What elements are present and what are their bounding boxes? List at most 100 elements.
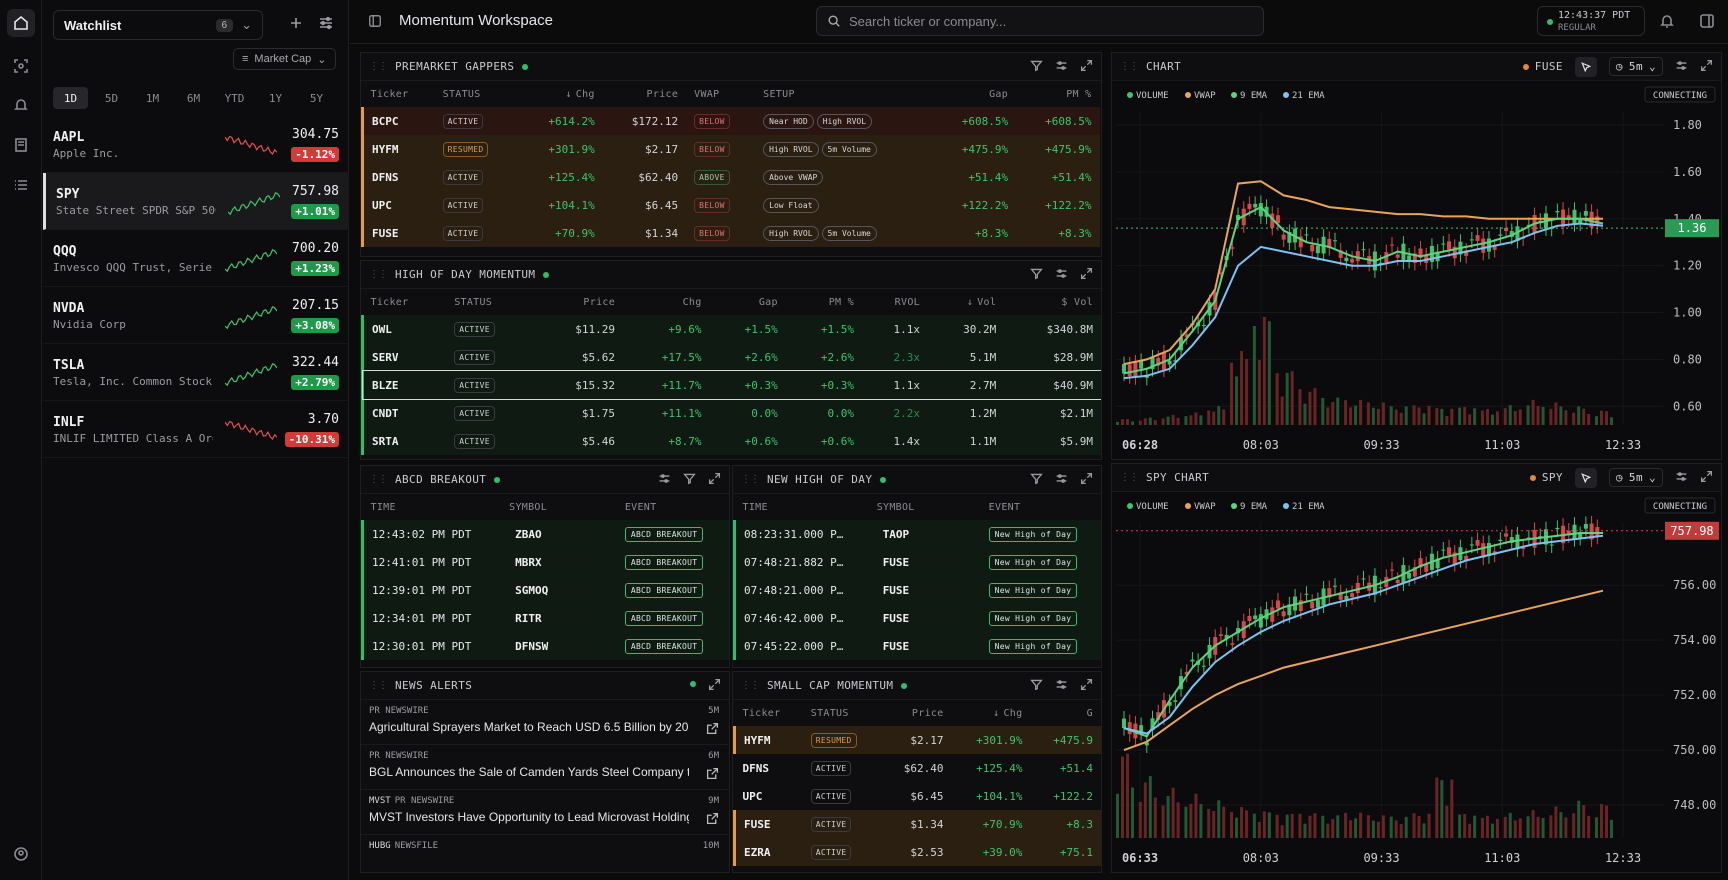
column-header[interactable]: STATUS <box>446 289 536 315</box>
account-icon[interactable] <box>7 840 35 868</box>
table-row[interactable]: HYFM RESUMED +301.9% $2.17 BELOW High RVOL 5m … <box>361 135 1100 163</box>
expand-icon[interactable] <box>708 472 721 488</box>
table-row[interactable]: FUSE ACTIVE $1.34 +70.9% +8.3 <box>733 810 1101 838</box>
column-header[interactable]: VWAP <box>686 81 755 107</box>
settings-sliders-icon[interactable] <box>1055 678 1068 694</box>
drag-handle-icon[interactable]: ⋮⋮ <box>369 61 388 72</box>
watchlist-item[interactable]: TSLA Tesla, Inc. Common Stock 322.44 +2.79% <box>43 344 349 401</box>
table-row[interactable]: EZRA ACTIVE $2.53 +39.0% +75.1 <box>733 838 1101 866</box>
table-row[interactable]: SERV ACTIVE $5.62 +17.5% +2.6% +2.6% 2.3x 5.1M $… <box>361 343 1101 371</box>
watchlist-item[interactable]: INLF INLIF LIMITED Class A Ord… 3.70 -10.31… <box>43 401 349 458</box>
column-header[interactable]: PM % <box>786 289 862 315</box>
filter-icon[interactable] <box>1030 59 1043 75</box>
column-header[interactable]: SYMBOL <box>501 494 617 520</box>
table-row[interactable]: 12:41:01 PM PDT MBRX ABCD BREAKOUT <box>361 548 729 576</box>
column-header[interactable]: STATUS <box>803 700 881 726</box>
table-row[interactable]: FUSE ACTIVE +70.9% $1.34 BELOW High RVOL 5m Vo… <box>361 219 1100 247</box>
range-ytd[interactable]: YTD <box>217 87 252 109</box>
drag-handle-icon[interactable]: ⋮⋮ <box>369 269 388 280</box>
alerts-icon[interactable] <box>7 91 35 119</box>
settings-sliders-icon[interactable] <box>1055 59 1068 75</box>
table-row[interactable]: HYFM RESUMED $2.17 +301.9% +475.9 <box>733 726 1101 754</box>
add-icon[interactable] <box>288 15 306 33</box>
watchlist-item[interactable]: NVDA Nvidia Corp 207.15 +3.08% <box>43 287 349 344</box>
filter-icon[interactable] <box>1030 472 1043 488</box>
expand-icon[interactable] <box>1080 472 1093 488</box>
table-row[interactable]: 12:34:01 PM PDT RITR ABCD BREAKOUT <box>361 604 729 632</box>
column-header[interactable]: Price <box>881 700 952 726</box>
filter-icon[interactable] <box>683 472 696 488</box>
table-row[interactable]: OWL ACTIVE $11.29 +9.6% +1.5% +1.5% 1.1x 30.2M $… <box>361 315 1101 343</box>
settings-sliders-icon[interactable] <box>1055 472 1068 488</box>
table-row[interactable]: BCPC ACTIVE +614.2% $172.12 BELOW Near HOD Hig… <box>361 107 1100 135</box>
table-row[interactable]: SRTA ACTIVE $5.46 +8.7% +0.6% +0.6% 1.4x 1.1M $5… <box>361 427 1101 455</box>
column-header[interactable]: Ticker <box>735 700 803 726</box>
table-row[interactable]: DFNS ACTIVE +125.4% $62.40 ABOVE Above VWAP +5… <box>361 163 1100 191</box>
column-header[interactable]: Ticker <box>363 289 447 315</box>
settings-sliders-icon[interactable] <box>318 15 336 33</box>
list-icon[interactable] <box>7 171 35 199</box>
timeframe-select[interactable]: ◷ 5m ⌄ <box>1608 57 1663 76</box>
filter-icon[interactable] <box>1030 678 1043 694</box>
table-row[interactable]: 12:30:01 PM PDT DFNSW ABCD BREAKOUT <box>361 632 729 660</box>
column-header[interactable]: PM % <box>1016 81 1099 107</box>
scan-icon[interactable] <box>7 52 35 80</box>
table-row[interactable]: 08:23:31.000 P… TAOP New High of Day <box>733 520 1101 548</box>
drag-handle-icon[interactable]: ⋮⋮ <box>1120 61 1139 72</box>
column-header[interactable]: Gap <box>710 289 786 315</box>
sort-button[interactable]: ≡ Market Cap ⌄ <box>233 48 336 70</box>
cursor-tool-icon[interactable] <box>1574 467 1597 488</box>
column-header[interactable]: ↓ Vol <box>928 289 1004 315</box>
column-header[interactable]: ↓ Chg <box>952 700 1031 726</box>
news-item[interactable]: PR NEWSWIRE 5M Agricultural Sprayers Marke… <box>361 700 729 745</box>
expand-icon[interactable] <box>1080 59 1093 75</box>
table-row[interactable]: 07:48:21.882 P… FUSE New High of Day <box>733 548 1101 576</box>
layout-panel-icon[interactable] <box>1699 13 1715 29</box>
column-header[interactable]: $ Vol <box>1004 289 1101 315</box>
column-header[interactable]: Price <box>603 81 686 107</box>
column-header[interactable]: SYMBOL <box>869 494 981 520</box>
cursor-tool-icon[interactable] <box>1574 56 1597 77</box>
search-input[interactable]: Search ticker or company... <box>816 6 1264 36</box>
range-6m[interactable]: 6M <box>176 87 211 109</box>
table-row[interactable]: BLZE ACTIVE $15.32 +11.7% +0.3% +0.3% 1.1x 2.7M… <box>361 370 1101 400</box>
expand-icon[interactable] <box>1700 59 1713 75</box>
spy-price-chart[interactable]: 756.00 754.00 752.00 750.00 748.00 06:33 08:03… <box>1112 492 1722 873</box>
drag-handle-icon[interactable]: ⋮⋮ <box>369 474 388 485</box>
settings-sliders-icon[interactable] <box>1675 470 1688 486</box>
settings-sliders-icon[interactable] <box>1675 59 1688 75</box>
column-header[interactable]: TIME <box>735 494 869 520</box>
fuse-price-chart[interactable]: 1.801.601.401.201.000.800.6006:28 08:03 09… <box>1112 81 1722 460</box>
table-row[interactable]: CNDT ACTIVE $1.75 +11.1% 0.0% 0.0% 2.2x 1.2M $2.… <box>361 399 1101 427</box>
table-row[interactable]: DFNS ACTIVE $62.40 +125.4% +51.4 <box>735 754 1102 782</box>
watchlist-item[interactable]: SPY State Street SPDR S&P 500… 757.98 +1.01… <box>43 173 349 230</box>
home-icon[interactable] <box>7 9 35 37</box>
external-link-icon[interactable] <box>706 722 719 735</box>
column-header[interactable]: ↓ Chg <box>519 81 602 107</box>
range-1y[interactable]: 1Y <box>258 87 293 109</box>
column-header[interactable]: EVENT <box>981 494 1101 520</box>
range-5y[interactable]: 5Y <box>299 87 334 109</box>
timeframe-select[interactable]: ◷ 5m ⌄ <box>1608 468 1663 487</box>
settings-sliders-icon[interactable] <box>658 472 671 488</box>
column-header[interactable]: EVENT <box>617 494 729 520</box>
watchlist-item[interactable]: AAPL Apple Inc. 304.75 -1.12% <box>43 116 349 173</box>
table-row[interactable]: UPC ACTIVE +104.1% $6.45 BELOW Low Float +122.… <box>361 191 1100 219</box>
table-row[interactable]: UPC ACTIVE $6.45 +104.1% +122.2 <box>735 782 1102 810</box>
column-header[interactable]: Price <box>537 289 624 315</box>
table-row[interactable]: 07:45:22.000 P… FUSE New High of Day <box>733 632 1101 660</box>
expand-icon[interactable] <box>1700 470 1713 486</box>
column-header[interactable]: TIME <box>363 494 502 520</box>
drag-handle-icon[interactable]: ⋮⋮ <box>741 474 760 485</box>
notification-bell-icon[interactable] <box>1659 13 1675 29</box>
drag-handle-icon[interactable]: ⋮⋮ <box>1120 472 1139 483</box>
external-link-icon[interactable] <box>706 812 719 825</box>
range-1d[interactable]: 1D <box>53 87 88 109</box>
column-header[interactable]: Ticker <box>363 81 435 107</box>
journal-icon[interactable] <box>7 131 35 159</box>
news-item[interactable]: PR NEWSWIRE 6M BGL Announces the Sale of C… <box>361 745 729 790</box>
table-row[interactable]: 07:46:42.000 P… FUSE New High of Day <box>733 604 1101 632</box>
table-row[interactable]: 12:39:01 PM PDT SGMOQ ABCD BREAKOUT <box>361 576 729 604</box>
drag-handle-icon[interactable]: ⋮⋮ <box>369 680 388 691</box>
column-header[interactable]: STATUS <box>435 81 520 107</box>
